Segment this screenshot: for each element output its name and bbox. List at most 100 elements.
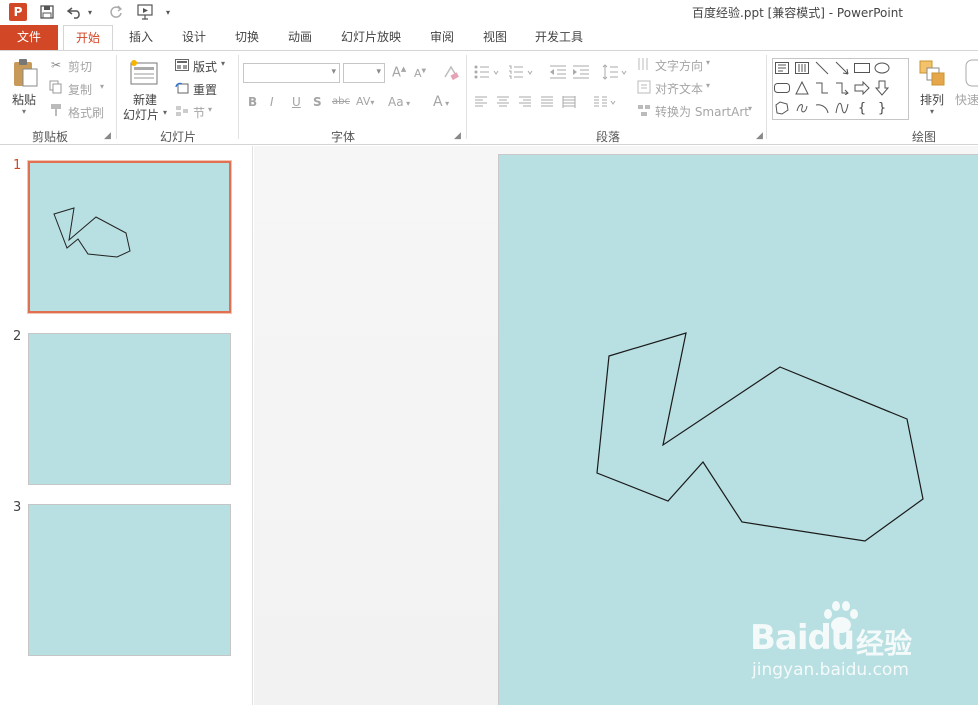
oval-shape-icon[interactable] bbox=[873, 59, 891, 77]
new-slide-icon[interactable] bbox=[127, 57, 161, 87]
tab-review[interactable]: 审阅 bbox=[421, 25, 463, 50]
slide-thumbnail-1[interactable] bbox=[28, 161, 231, 313]
align-left-icon[interactable] bbox=[473, 95, 489, 109]
arrange-dropdown-icon[interactable]: ▾ bbox=[930, 107, 934, 116]
quick-styles-button[interactable]: 快速 bbox=[955, 91, 978, 108]
line-shape-icon[interactable] bbox=[813, 59, 831, 77]
tab-home[interactable]: 开始 bbox=[63, 25, 113, 51]
right-arrow-shape-icon[interactable] bbox=[853, 79, 871, 97]
clipboard-launcher-icon[interactable]: ◢ bbox=[104, 131, 111, 141]
align-center-icon[interactable] bbox=[495, 95, 511, 109]
shapes-gallery[interactable]: { } ▲ ▼ ▾ bbox=[772, 58, 909, 120]
section-button[interactable]: 节 bbox=[193, 104, 205, 121]
font-color-button[interactable]: A ▾ bbox=[433, 94, 449, 110]
layout-button[interactable]: 版式 bbox=[193, 58, 217, 75]
textbox-shape-icon[interactable] bbox=[773, 59, 791, 77]
convert-smartart-button[interactable]: 转换为 SmartArt bbox=[655, 103, 749, 120]
align-text-icon[interactable] bbox=[636, 79, 652, 95]
slide-thumbnail-2[interactable] bbox=[28, 333, 231, 485]
numbering-icon[interactable] bbox=[507, 63, 535, 81]
format-painter-icon[interactable] bbox=[48, 102, 64, 118]
paste-icon[interactable] bbox=[10, 57, 40, 89]
bold-button[interactable]: B bbox=[248, 95, 257, 109]
vertical-textbox-shape-icon[interactable] bbox=[793, 59, 811, 77]
right-brace-shape-icon[interactable]: } bbox=[873, 99, 891, 117]
copy-icon[interactable] bbox=[48, 79, 64, 95]
grow-font-button[interactable]: A▲ bbox=[392, 65, 406, 80]
text-direction-icon[interactable] bbox=[636, 56, 652, 72]
format-painter-button[interactable]: 格式刷 bbox=[68, 104, 104, 121]
tab-file[interactable]: 文件 bbox=[0, 25, 58, 50]
tab-insert[interactable]: 插入 bbox=[120, 25, 162, 50]
curve-shape-icon[interactable] bbox=[833, 99, 851, 117]
strikethrough-button[interactable]: abc bbox=[332, 96, 350, 107]
clear-formatting-icon[interactable] bbox=[441, 64, 461, 82]
distributed-icon[interactable] bbox=[561, 95, 577, 109]
justify-icon[interactable] bbox=[539, 95, 555, 109]
scissors-icon[interactable]: ✂ bbox=[48, 57, 64, 73]
reset-button[interactable]: 重置 bbox=[193, 81, 217, 98]
underline-button[interactable]: U bbox=[292, 95, 301, 109]
elbow-arrow-shape-icon[interactable] bbox=[833, 79, 851, 97]
font-size-combobox[interactable]: ▾ bbox=[343, 63, 385, 83]
copy-dropdown-icon[interactable]: ▾ bbox=[100, 82, 104, 91]
font-launcher-icon[interactable]: ◢ bbox=[454, 131, 461, 141]
arc-shape-icon[interactable] bbox=[813, 99, 831, 117]
change-case-button[interactable]: Aa ▾ bbox=[388, 95, 410, 109]
section-icon[interactable] bbox=[174, 103, 190, 119]
paste-dropdown-icon[interactable]: ▾ bbox=[22, 107, 26, 116]
paragraph-launcher-icon[interactable]: ◢ bbox=[756, 131, 763, 141]
font-name-combobox[interactable]: ▾ bbox=[243, 63, 340, 83]
bullets-icon[interactable] bbox=[473, 63, 501, 81]
slide-thumbnails-pane: 1 2 3 bbox=[0, 146, 253, 705]
smartart-icon[interactable] bbox=[636, 102, 652, 118]
arrange-button[interactable]: 排列 bbox=[920, 91, 944, 108]
tab-view[interactable]: 视图 bbox=[474, 25, 516, 50]
layout-dropdown-icon[interactable]: ▾ bbox=[221, 59, 225, 68]
tab-transitions[interactable]: 切换 bbox=[226, 25, 268, 50]
shrink-font-button[interactable]: A▼ bbox=[414, 67, 426, 80]
new-slide-dropdown-icon[interactable]: ▾ bbox=[163, 108, 167, 117]
tab-animations[interactable]: 动画 bbox=[279, 25, 321, 50]
paste-button[interactable]: 粘贴 bbox=[12, 91, 36, 108]
columns-icon[interactable] bbox=[592, 95, 618, 109]
font-size-dropdown-icon[interactable]: ▾ bbox=[376, 67, 381, 77]
tab-developer[interactable]: 开发工具 bbox=[528, 25, 590, 50]
slide-thumbnail-3[interactable] bbox=[28, 504, 231, 656]
left-brace-shape-icon[interactable]: { bbox=[853, 99, 871, 117]
slide-number: 2 bbox=[13, 329, 22, 344]
triangle-shape-icon[interactable] bbox=[793, 79, 811, 97]
text-shadow-button[interactable]: S bbox=[313, 95, 322, 109]
font-name-dropdown-icon[interactable]: ▾ bbox=[331, 67, 336, 77]
freeform-shape-icon[interactable] bbox=[773, 99, 791, 117]
layout-icon[interactable] bbox=[174, 57, 190, 73]
cut-button[interactable]: 剪切 bbox=[68, 58, 92, 75]
text-direction-dropdown-icon[interactable]: ▾ bbox=[706, 58, 710, 67]
convert-smartart-dropdown-icon[interactable]: ▾ bbox=[748, 104, 752, 113]
increase-indent-icon[interactable] bbox=[571, 63, 591, 81]
decrease-indent-icon[interactable] bbox=[548, 63, 568, 81]
italic-button[interactable]: I bbox=[270, 95, 274, 109]
scribble-shape-icon[interactable] bbox=[793, 99, 811, 117]
arrange-icon[interactable] bbox=[918, 59, 946, 87]
align-text-dropdown-icon[interactable]: ▾ bbox=[706, 81, 710, 90]
tab-slideshow[interactable]: 幻灯片放映 bbox=[334, 25, 408, 50]
shrink-font-icon: A bbox=[414, 67, 422, 80]
align-text-button[interactable]: 对齐文本 bbox=[655, 80, 703, 97]
quick-styles-icon[interactable] bbox=[964, 59, 978, 87]
text-direction-button[interactable]: 文字方向 bbox=[655, 57, 703, 74]
rounded-rectangle-shape-icon[interactable] bbox=[773, 79, 791, 97]
copy-button[interactable]: 复制 bbox=[68, 81, 92, 98]
align-right-icon[interactable] bbox=[517, 95, 533, 109]
new-slide-button-line2[interactable]: 幻灯片 bbox=[123, 106, 159, 123]
section-dropdown-icon[interactable]: ▾ bbox=[208, 105, 212, 114]
character-spacing-button[interactable]: AV▾ bbox=[356, 95, 374, 108]
arrow-line-shape-icon[interactable] bbox=[833, 59, 851, 77]
line-spacing-icon[interactable] bbox=[601, 63, 629, 81]
tab-design[interactable]: 设计 bbox=[173, 25, 215, 50]
title-bar: P ▾ ▾ 百度经验.ppt [兼容模式] - PowerPoint bbox=[0, 0, 978, 25]
rectangle-shape-icon[interactable] bbox=[853, 59, 871, 77]
reset-icon[interactable] bbox=[174, 80, 190, 96]
down-arrow-shape-icon[interactable] bbox=[873, 79, 891, 97]
elbow-connector-shape-icon[interactable] bbox=[813, 79, 831, 97]
